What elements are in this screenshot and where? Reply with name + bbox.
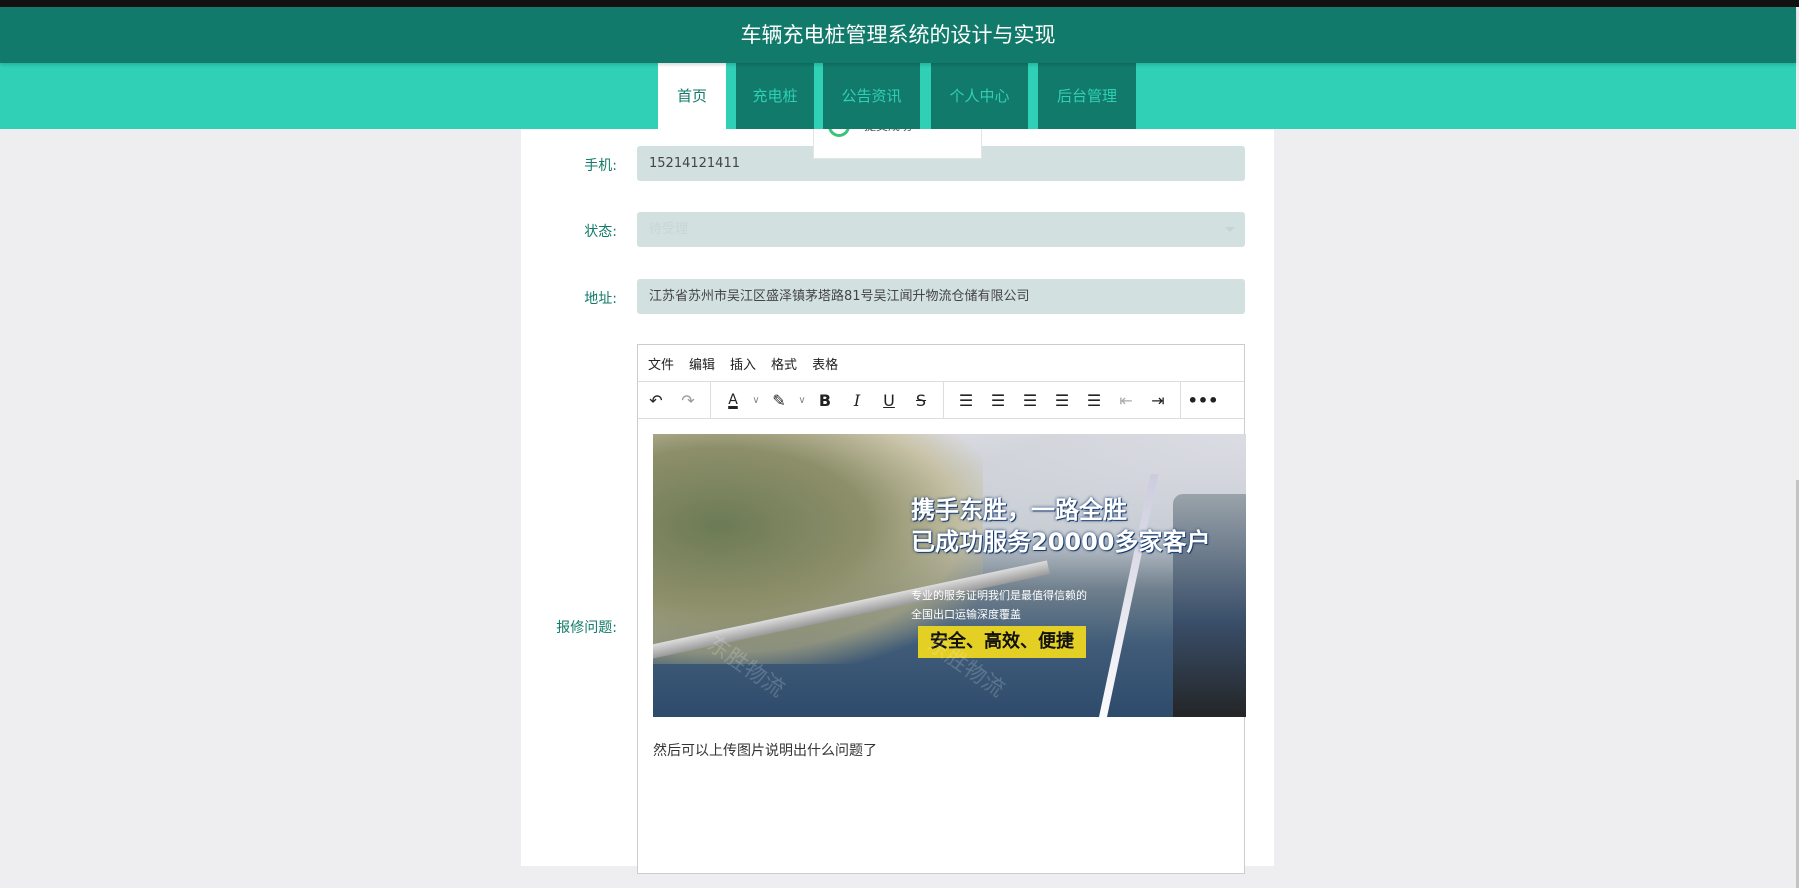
address-label: 地址: [584, 291, 617, 307]
bold-icon[interactable]: B [809, 386, 841, 414]
underline-icon[interactable]: U [873, 386, 905, 414]
more-icon[interactable]: ••• [1187, 386, 1219, 414]
image-subtext: 专业的服务证明我们是最值得信赖的 全国出口运输深度覆盖 [911, 589, 1087, 621]
window-top-bar [0, 0, 1799, 7]
image-headline: 携手东胜，一路全胜 已成功服务20000多家客户 [911, 496, 1211, 556]
strikethrough-icon[interactable]: S [905, 386, 937, 414]
uploaded-image: 携手东胜，一路全胜 已成功服务20000多家客户 专业的服务证明我们是最值得信赖的… [653, 434, 1246, 717]
status-label: 状态: [584, 224, 617, 240]
menu-insert[interactable]: 插入 [730, 354, 756, 373]
nav-announcements[interactable]: 公告资讯 [823, 63, 920, 129]
nav-charging-pile[interactable]: 充电桩 [736, 63, 814, 129]
redo-icon[interactable]: ↷ [672, 386, 704, 414]
status-value: 待受理 [649, 222, 689, 237]
chevron-down-icon[interactable]: ∨ [795, 386, 809, 414]
nav-home[interactable]: 首页 [658, 63, 726, 129]
undo-icon[interactable]: ↶ [640, 386, 672, 414]
italic-icon[interactable]: I [841, 386, 873, 414]
align-justify-icon[interactable]: ☰ [1078, 386, 1110, 414]
scrollbar[interactable] [1795, 63, 1799, 888]
nav-personal-center[interactable]: 个人中心 [931, 63, 1028, 129]
menu-table[interactable]: 表格 [812, 354, 838, 373]
address-input[interactable]: 江苏省苏州市吴江区盛泽镇茅塔路81号吴江闻升物流仓储有限公司 [637, 279, 1245, 314]
menu-file[interactable]: 文件 [648, 354, 674, 373]
highlight-icon[interactable]: ✎ [763, 386, 795, 414]
problem-label: 报修问题: [556, 620, 617, 636]
menu-format[interactable]: 格式 [771, 354, 797, 373]
page-title: 车辆充电桩管理系统的设计与实现 [0, 7, 1796, 63]
align-left-icon[interactable]: ☰ [982, 386, 1014, 414]
chevron-down-icon[interactable]: ∨ [749, 386, 763, 414]
chevron-down-icon [1225, 227, 1235, 237]
outdent-icon[interactable]: ⇤ [1110, 386, 1142, 414]
align-center-icon[interactable]: ☰ [1014, 386, 1046, 414]
main-nav: 首页 充电桩 公告资讯 个人中心 后台管理 [0, 63, 1796, 129]
nav-admin[interactable]: 后台管理 [1038, 63, 1136, 129]
text-color-icon[interactable]: A [717, 386, 749, 414]
editor-toolbar: ↶ ↷ A ∨ ✎ ∨ B I U S ☰ ☰ ☰ ☰ ☰ ⇤ ⇥ ••• [638, 382, 1244, 419]
align-right-icon[interactable]: ☰ [1046, 386, 1078, 414]
menu-edit[interactable]: 编辑 [689, 354, 715, 373]
line-height-icon[interactable]: ☰ [950, 386, 982, 414]
rich-text-editor[interactable]: 文件 编辑 插入 格式 表格 ↶ ↷ A ∨ ✎ ∨ B I U S ☰ ☰ ☰… [637, 344, 1246, 874]
phone-label: 手机: [584, 158, 617, 174]
status-select[interactable]: 待受理 [637, 212, 1245, 247]
indent-icon[interactable]: ⇥ [1142, 386, 1174, 414]
editor-menubar: 文件 编辑 插入 格式 表格 [638, 345, 1244, 382]
editor-text[interactable]: 然后可以上传图片说明出什么问题了 [653, 740, 877, 760]
